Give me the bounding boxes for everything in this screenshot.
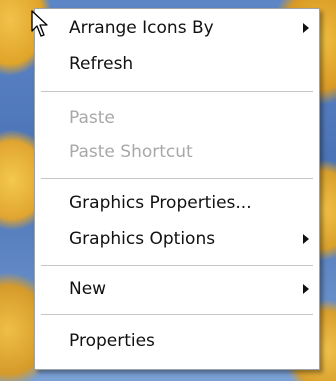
menu-item-label: Properties	[69, 331, 155, 351]
menu-separator	[41, 91, 313, 92]
submenu-arrow-icon	[303, 284, 309, 294]
menu-separator	[41, 265, 313, 266]
menu-item-label: Graphics Options	[69, 229, 216, 249]
arrow-cursor-icon	[31, 10, 48, 37]
menu-item-arrange-icons-by[interactable]: Arrange Icons By	[35, 15, 319, 41]
menu-item-graphics-properties[interactable]: Graphics Properties...	[35, 190, 319, 216]
menu-item-paste: Paste	[35, 105, 319, 131]
menu-item-refresh[interactable]: Refresh	[35, 51, 319, 77]
menu-item-label: Arrange Icons By	[69, 18, 214, 38]
menu-item-paste-shortcut: Paste Shortcut	[35, 139, 319, 165]
menu-item-label: Paste	[69, 108, 115, 128]
menu-item-label: New	[69, 279, 107, 299]
menu-separator	[41, 178, 313, 179]
menu-item-label: Graphics Properties...	[69, 193, 252, 213]
menu-item-label: Paste Shortcut	[69, 142, 193, 162]
menu-separator	[41, 314, 313, 315]
menu-item-properties[interactable]: Properties	[35, 328, 319, 354]
submenu-arrow-icon	[303, 23, 309, 33]
menu-item-graphics-options[interactable]: Graphics Options	[35, 226, 319, 252]
menu-item-new[interactable]: New	[35, 276, 319, 302]
menu-item-label: Refresh	[69, 54, 134, 74]
submenu-arrow-icon	[303, 234, 309, 244]
context-menu: Arrange Icons By Refresh Paste Paste Sho…	[34, 8, 320, 370]
